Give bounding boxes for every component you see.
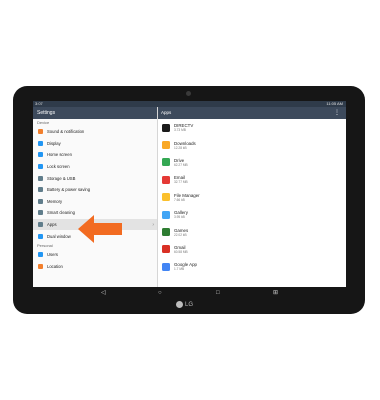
settings-item-label: Dual window <box>47 233 71 239</box>
app-size: 62.27 MB <box>174 162 188 167</box>
app-text: Gallery 3.95 kB <box>174 210 188 219</box>
app-text: Drive 62.27 MB <box>174 158 188 167</box>
app-row[interactable]: Drive 62.27 MB <box>158 154 346 171</box>
app-icon <box>162 228 170 237</box>
app-size: 22.02 kB <box>174 232 187 237</box>
home-icon[interactable]: ○ <box>158 288 162 298</box>
settings-item-lock-screen[interactable]: Lock screen <box>33 161 157 173</box>
app-row[interactable]: Gmail 60.58 MB <box>158 241 346 258</box>
settings-item-icon <box>38 152 43 158</box>
back-icon[interactable]: ◁ <box>101 288 106 298</box>
settings-item-label: Users <box>47 252 58 258</box>
settings-item-label: Lock screen <box>47 164 70 170</box>
settings-item-display[interactable]: Display <box>33 138 157 150</box>
front-camera <box>186 91 191 96</box>
settings-item-label: Smart cleaning <box>47 210 75 216</box>
more-options-icon[interactable]: ⋮ <box>334 107 340 119</box>
settings-item-memory[interactable]: Memory <box>33 196 157 208</box>
app-row[interactable]: DIRECTV 3.73 MB <box>158 119 346 136</box>
settings-item-icon <box>38 198 43 204</box>
app-text: Email 32.77 MB <box>174 175 188 184</box>
settings-item-label: Location <box>47 263 63 269</box>
settings-item-label: Apps <box>47 222 57 228</box>
app-icon <box>162 262 170 271</box>
settings-item-label: Battery & power saving <box>47 187 91 193</box>
app-size: 12.28 kB <box>174 145 187 150</box>
app-size: 32.77 MB <box>174 180 188 185</box>
settings-title: Settings <box>33 107 157 119</box>
app-size: 1.7 MB <box>174 267 185 272</box>
settings-item-icon <box>38 164 43 170</box>
apps-list: DIRECTV 3.73 MB Downloads 12.28 kB Drive 62.2… <box>158 119 346 276</box>
apps-header: Apps ⋮ <box>158 107 346 119</box>
app-text: Downloads 12.28 kB <box>174 141 196 150</box>
app-icon <box>162 141 170 150</box>
app-text: DIRECTV 3.73 MB <box>174 123 193 132</box>
app-icon <box>162 193 170 202</box>
settings-item-users[interactable]: Users <box>33 249 157 261</box>
app-row[interactable]: File Manager 7.66 kB <box>158 189 346 206</box>
app-row[interactable]: Email 32.77 MB <box>158 171 346 188</box>
settings-item-icon <box>38 233 43 239</box>
settings-item-icon <box>38 263 43 269</box>
app-row[interactable]: Downloads 12.28 kB <box>158 136 346 153</box>
app-icon <box>162 123 170 132</box>
dual-window-icon[interactable]: ⊞ <box>273 288 278 298</box>
app-icon <box>162 175 170 184</box>
navigation-bar: ◁ ○ □ ⊞ <box>33 287 346 299</box>
chevron-right-icon: › <box>152 221 154 228</box>
settings-item-home-screen[interactable]: Home screen <box>33 149 157 161</box>
settings-item-icon <box>38 210 43 216</box>
app-size: 3.73 MB <box>174 128 186 133</box>
app-text: Google App 1.7 MB <box>174 262 197 271</box>
settings-item-label: Storage & USB <box>47 175 76 181</box>
orange-arrow-icon <box>78 215 122 243</box>
app-size: 60.58 MB <box>174 249 188 254</box>
app-row[interactable]: Gallery 3.95 kB <box>158 206 346 223</box>
app-icon <box>162 245 170 254</box>
settings-item-icon <box>38 252 43 258</box>
app-icon <box>162 210 170 219</box>
app-row[interactable]: Google App 1.7 MB <box>158 258 346 275</box>
app-size: 7.66 kB <box>174 197 185 202</box>
app-text: Gmail 60.58 MB <box>174 245 188 254</box>
brand-label: LG <box>185 302 194 308</box>
apps-pane: Apps ⋮ DIRECTV 3.73 MB Downloads 12.28 kB Dr… <box>158 107 346 287</box>
app-icon <box>162 158 170 167</box>
settings-item-icon <box>38 140 43 146</box>
settings-item-icon <box>38 175 43 181</box>
settings-pane: Settings Device Sound & notification Disp… <box>33 107 158 287</box>
lg-logo: LG <box>176 300 206 310</box>
tablet-screen: 3:07 11:05 AM Settings Device Sound & no… <box>33 101 346 287</box>
settings-item-location[interactable]: Location <box>33 261 157 273</box>
app-text: Games 22.02 kB <box>174 228 188 237</box>
settings-item-icon <box>38 187 43 193</box>
apps-title: Apps <box>161 110 172 115</box>
settings-item-icon <box>38 222 43 228</box>
app-size: 3.95 kB <box>174 215 185 220</box>
settings-item-sound-notification[interactable]: Sound & notification <box>33 126 157 138</box>
settings-item-label: Display <box>47 140 61 146</box>
settings-item-storage-usb[interactable]: Storage & USB <box>33 172 157 184</box>
settings-item-label: Sound & notification <box>47 129 85 135</box>
settings-item-label: Home screen <box>47 152 72 158</box>
section-device: Device <box>37 120 50 125</box>
recent-apps-icon[interactable]: □ <box>216 288 220 298</box>
app-text: File Manager 7.66 kB <box>174 193 200 202</box>
settings-item-label: Memory <box>47 198 63 204</box>
settings-menu-personal: Users Location <box>33 249 157 272</box>
settings-item-icon <box>38 129 43 135</box>
app-row[interactable]: Games 22.02 kB <box>158 223 346 240</box>
settings-item-battery-power-saving[interactable]: Battery & power saving <box>33 184 157 196</box>
